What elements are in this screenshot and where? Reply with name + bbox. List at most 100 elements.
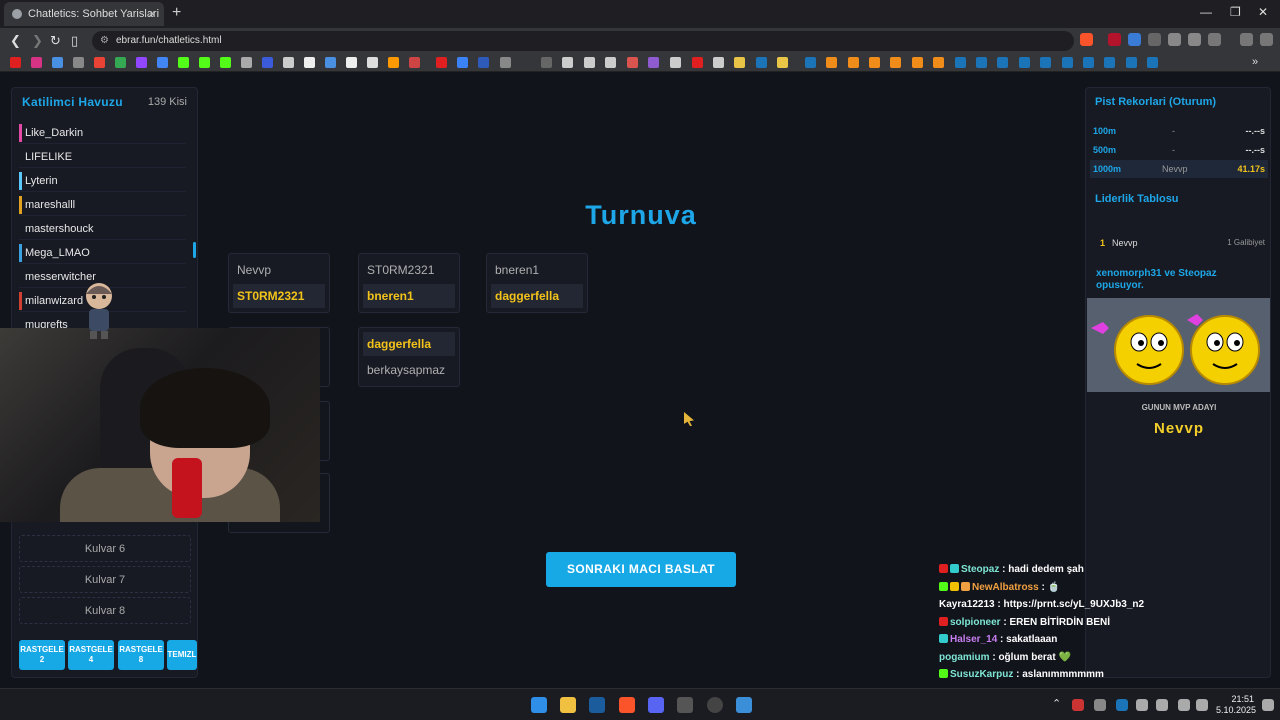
extension-icon[interactable] [1148,33,1161,46]
kick-icon[interactable] [199,57,210,68]
bookmark-icon[interactable] [848,57,859,68]
twitch-icon[interactable] [136,57,147,68]
bookmark-icon[interactable] [670,57,681,68]
bookmark-icon[interactable] [436,57,447,68]
gmail-icon[interactable] [94,57,105,68]
steam-icon[interactable] [805,57,816,68]
drive-icon[interactable] [115,57,126,68]
folder-icon[interactable] [777,57,788,68]
steam-icon[interactable] [1040,57,1051,68]
bookmark-icon[interactable] [584,57,595,68]
bookmark-icon[interactable] [325,57,336,68]
close-tab-icon[interactable]: × [148,6,156,21]
bookmark-icon[interactable] [869,57,880,68]
brave-shield-icon[interactable] [1080,33,1093,46]
bookmark-icon[interactable] [826,57,837,68]
youtube-icon[interactable] [10,57,21,68]
maximize-icon[interactable]: ❐ [1230,5,1241,19]
bookmark-icon[interactable] [346,57,357,68]
tab-chatletics[interactable]: Chatletics: Sohbet Yarislari × [4,2,164,26]
media-icon[interactable] [1240,33,1253,46]
app-icon[interactable] [677,697,693,713]
match-card[interactable]: bneren1 daggerfella [486,253,588,313]
file-explorer-icon[interactable] [560,697,576,713]
tray-icon[interactable] [1094,699,1106,711]
amazon-icon[interactable] [388,57,399,68]
bookmark-icon[interactable] [912,57,923,68]
url-field[interactable]: ⚙ ebrar.fun/chatletics.html [92,31,1074,51]
lane-6[interactable]: Kulvar 6 [19,535,191,562]
participant-item[interactable]: LIFELIKE [19,146,186,168]
forward-icon[interactable]: ❯ [32,33,43,49]
obs-icon[interactable] [707,697,723,713]
extension-icon[interactable] [1168,33,1181,46]
bookmark-icon[interactable] [220,57,231,68]
bookmark-icon[interactable] [933,57,944,68]
folder-icon[interactable] [734,57,745,68]
bookmark-icon[interactable] [541,57,552,68]
close-window-icon[interactable]: ✕ [1258,5,1268,19]
bookmark-icon[interactable] [562,57,573,68]
steam-icon[interactable] [756,57,767,68]
random-4-button[interactable]: RASTGELE 4 [68,640,114,670]
volume-icon[interactable] [1196,699,1208,711]
site-info-icon[interactable]: ⚙ [100,31,109,51]
kick-icon[interactable] [178,57,189,68]
more-bookmarks-icon[interactable]: » [1252,57,1263,68]
new-tab-button[interactable]: + [172,4,181,22]
bookmark-icon[interactable] [478,57,489,68]
pool-scrollbar[interactable] [193,242,196,258]
bookmark-icon[interactable] [890,57,901,68]
bookmark-icon[interactable] [241,57,252,68]
random-8-button[interactable]: RASTGELE 8 [118,640,164,670]
steam-icon[interactable] [1116,699,1128,711]
steam-icon[interactable] [1062,57,1073,68]
steam-icon[interactable] [976,57,987,68]
instagram-icon[interactable] [31,57,42,68]
bookmark-icon[interactable] [627,57,638,68]
start-next-match-button[interactable]: SONRAKI MACI BASLAT [546,552,736,587]
microphone-icon[interactable] [1156,699,1168,711]
app-icon[interactable] [736,697,752,713]
bookmark-icon[interactable] [52,57,63,68]
bookmark-icon[interactable] [457,57,468,68]
participant-item[interactable]: Lyterin [19,170,186,192]
bookmark-icon[interactable] [367,57,378,68]
discord-icon[interactable] [648,697,664,713]
tray-icon[interactable] [1072,699,1084,711]
chevron-up-icon[interactable]: ⌃ [1052,697,1061,710]
steam-icon[interactable] [1147,57,1158,68]
minimize-icon[interactable]: — [1200,5,1212,19]
bookmark-icon[interactable] [692,57,703,68]
participant-item[interactable]: Like_Darkin [19,122,186,144]
reload-icon[interactable]: ↻ [50,33,61,49]
match-card[interactable]: Nevvp ST0RM2321 [228,253,330,313]
bookmark-icon[interactable] [648,57,659,68]
x-icon[interactable] [304,57,315,68]
network-icon[interactable] [1178,699,1190,711]
sidebar-icon[interactable] [1208,33,1221,46]
steam-icon[interactable] [589,697,605,713]
steam-icon[interactable] [997,57,1008,68]
speaker-icon[interactable] [1136,699,1148,711]
bookmark-icon[interactable] [713,57,724,68]
bookmark-icon[interactable] [157,57,168,68]
bookmark-icon[interactable] [500,57,511,68]
back-icon[interactable]: ❮ [10,33,21,49]
bookmark-icon[interactable]: ▯ [71,33,78,49]
bookmark-icon[interactable] [409,57,420,68]
extension-icon[interactable] [1188,33,1201,46]
steam-icon[interactable] [1104,57,1115,68]
steam-icon[interactable] [955,57,966,68]
lane-7[interactable]: Kulvar 7 [19,566,191,593]
clock[interactable]: 21:51 5.10.2025 [1216,694,1256,716]
match-card[interactable]: ST0RM2321 bneren1 [358,253,460,313]
windows-start-icon[interactable] [531,697,547,713]
bookmark-icon[interactable] [605,57,616,68]
ublock-icon[interactable] [1108,33,1121,46]
brave-icon[interactable] [619,697,635,713]
bookmark-icon[interactable] [283,57,294,68]
steam-icon[interactable] [1019,57,1030,68]
menu-icon[interactable] [1260,33,1273,46]
bookmark-icon[interactable] [73,57,84,68]
